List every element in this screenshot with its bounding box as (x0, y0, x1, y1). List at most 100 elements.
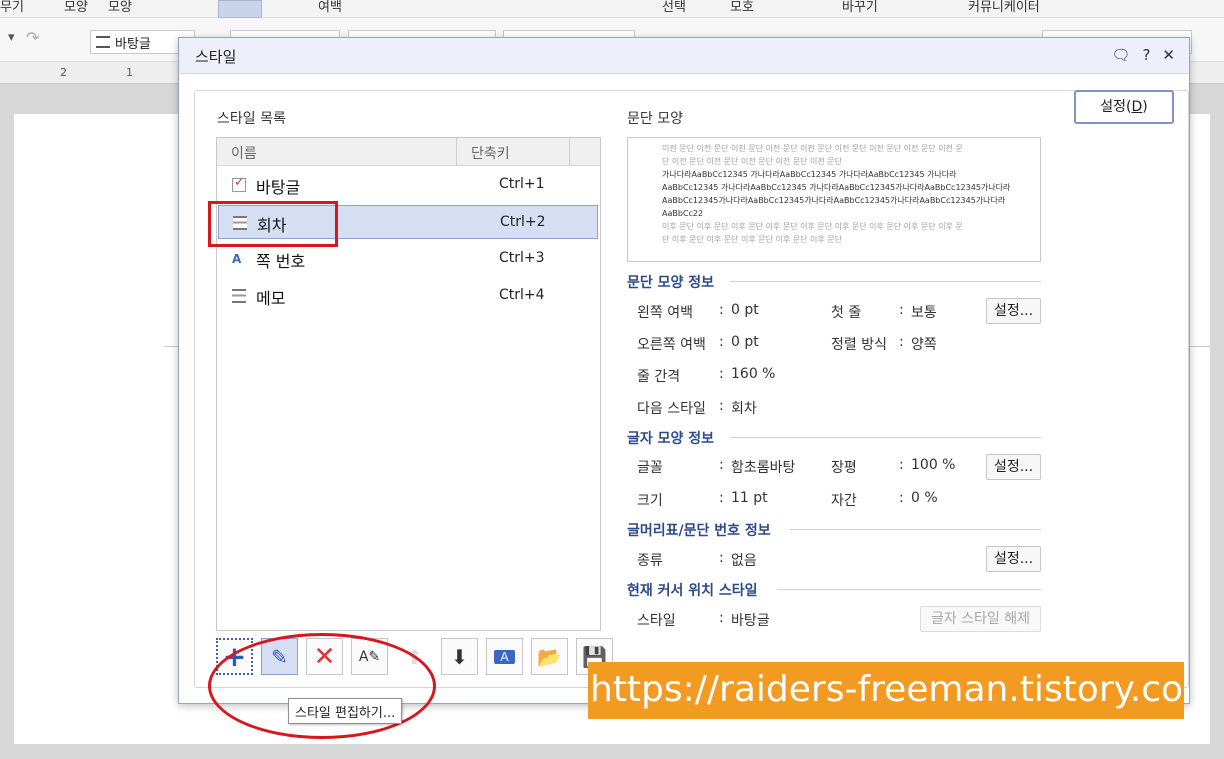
char-setting-button[interactable]: 설정... (986, 454, 1041, 480)
setting-button-label: 설정 (1100, 99, 1127, 115)
menu-item[interactable]: 모양 (64, 0, 88, 15)
style-name: 쪽 번호 (256, 252, 306, 271)
left-margin-label: 왼쪽 여백 (637, 305, 693, 321)
dialog-title: 스타일 (195, 48, 237, 66)
cursor-style-title: 현재 커서 위치 스타일 (627, 583, 758, 599)
paragraph-info-title: 문단 모양 정보 (627, 275, 715, 291)
column-name-header[interactable]: 이름 (231, 143, 257, 163)
open-style-button[interactable]: 📂 (531, 638, 568, 675)
ratio-value: 100 % (911, 457, 956, 473)
dialog-titlebar[interactable]: 스타일 🗨 ? ✕ (179, 38, 1189, 74)
check-style-icon (232, 175, 246, 192)
move-down-button[interactable]: ⬇ (441, 638, 478, 675)
ratio-label: 장평 (831, 460, 857, 476)
menu-item[interactable]: 여백 (318, 0, 342, 15)
folder-icon: 📂 (537, 644, 562, 669)
colon: : (719, 550, 724, 566)
style-name: 바탕글 (256, 178, 301, 197)
divider (790, 529, 1041, 530)
colon: : (899, 490, 904, 506)
next-style-label: 다음 스타일 (637, 401, 706, 417)
bullet-setting-button[interactable]: 설정... (986, 546, 1041, 572)
menu-item[interactable]: 바꾸기 (842, 0, 878, 15)
undo-dropdown-icon[interactable]: ▾ (8, 30, 15, 45)
import-folder-icon: A (494, 649, 515, 664)
preview-line: 이전 문단 이전 문단 이전 문단 이전 문단 이전 문단 이전 문단 이전 문… (662, 144, 963, 153)
style-row-basic[interactable]: 바탕글 Ctrl+1 (218, 168, 598, 202)
menu-item[interactable]: 무기 (0, 0, 24, 15)
preview-line: 이후 문단 이후 문단 이후 문단 이후 문단 이후 문단 이후 문단 이후 문… (662, 222, 963, 231)
style-shortcut: Ctrl+1 (499, 176, 545, 192)
menu-item[interactable]: 커뮤니케이터 (968, 0, 1040, 15)
redo-icon[interactable]: ↷ (26, 28, 39, 47)
ruler-tick: 2 (60, 66, 67, 79)
char-info-title: 글자 모양 정보 (627, 431, 715, 447)
bullet-kind-label: 종류 (637, 553, 663, 569)
cursor-style-label: 스타일 (637, 613, 676, 629)
colon: : (719, 457, 724, 473)
paragraph-style-icon (96, 36, 110, 48)
spacing-value: 0 % (911, 490, 938, 506)
preview-line: 단 이전 문단 이전 문단 이전 문단 이전 문단 이전 문단 (662, 157, 842, 166)
column-shortcut-header[interactable]: 단축키 (471, 143, 510, 163)
preview-line: AaBbCc12345가나다라AaBbCc12345가나다라AaBbCc1234… (662, 196, 1006, 205)
style-row-memo[interactable]: 메모 Ctrl+4 (218, 279, 598, 313)
close-icon[interactable]: ✕ (1162, 46, 1175, 64)
line-spacing-label: 줄 간격 (637, 369, 681, 385)
colon: : (719, 610, 724, 626)
paragraph-shape-label: 문단 모양 (627, 111, 683, 127)
cursor-style-value: 바탕글 (731, 613, 770, 629)
style-name: 메모 (256, 289, 286, 308)
bullet-kind-value: 없음 (731, 553, 757, 569)
colon: : (899, 302, 904, 318)
import-style-button[interactable]: A (486, 638, 523, 675)
right-margin-label: 오른쪽 여백 (637, 337, 706, 353)
style-row-page-number[interactable]: A 쪽 번호 Ctrl+3 (218, 242, 598, 276)
menubar: 무기 모양 모양 여백 선택 모호 바꾸기 커뮤니케이터 (0, 0, 1224, 18)
colon: : (899, 334, 904, 350)
style-shortcut: Ctrl+4 (499, 287, 545, 303)
column-divider[interactable] (456, 138, 457, 166)
watermark: https://raiders-freeman.tistory.com (588, 662, 1184, 719)
divider (777, 589, 1041, 590)
divider (730, 281, 1041, 282)
paragraph-style-icon (232, 289, 246, 303)
annotation-highlight-box (208, 201, 338, 247)
style-list-label: 스타일 목록 (217, 111, 286, 127)
divider (730, 437, 1041, 438)
menu-item[interactable]: 모양 (108, 0, 132, 15)
setting-button[interactable]: 설정(D) (1074, 90, 1174, 124)
align-label: 정렬 방식 (831, 337, 887, 353)
style-select-value: 바탕글 (115, 37, 151, 52)
arrow-down-icon: ⬇ (451, 644, 468, 669)
preview-line: AaBbCc22 (662, 209, 704, 218)
column-divider[interactable] (569, 138, 570, 166)
help-icon[interactable]: ? (1142, 46, 1150, 64)
style-shortcut: Ctrl+3 (499, 250, 545, 266)
align-value: 양쪽 (911, 337, 937, 353)
menu-item[interactable]: 모호 (730, 0, 754, 15)
font-label: 글꼴 (637, 460, 663, 476)
size-label: 크기 (637, 493, 663, 509)
first-line-label: 첫 줄 (831, 305, 862, 321)
colon: : (719, 490, 724, 506)
font-value: 함초롬바탕 (731, 460, 796, 476)
style-list-header: 이름 단축키 (217, 138, 600, 166)
right-margin-value: 0 pt (731, 334, 759, 350)
style-shortcut: Ctrl+2 (500, 214, 546, 230)
setting-button-accel: D (1131, 99, 1143, 115)
paragraph-preview: 이전 문단 이전 문단 이전 문단 이전 문단 이전 문단 이전 문단 이전 문… (627, 137, 1041, 262)
ruler-tick: 1 (126, 66, 133, 79)
clear-char-style-button[interactable]: 글자 스타일 해제 (920, 606, 1041, 632)
comment-icon[interactable]: 🗨 (1111, 46, 1130, 64)
colon: : (719, 366, 724, 382)
menu-item[interactable]: 선택 (662, 0, 686, 15)
pressed-toolbar-button[interactable] (218, 0, 262, 18)
line-spacing-value: 160 % (731, 366, 776, 382)
first-line-value: 보통 (911, 305, 937, 321)
paragraph-setting-button[interactable]: 설정... (986, 298, 1041, 324)
spacing-label: 자간 (831, 493, 857, 509)
left-margin-value: 0 pt (731, 302, 759, 318)
size-value: 11 pt (731, 490, 768, 506)
colon: : (719, 398, 724, 414)
